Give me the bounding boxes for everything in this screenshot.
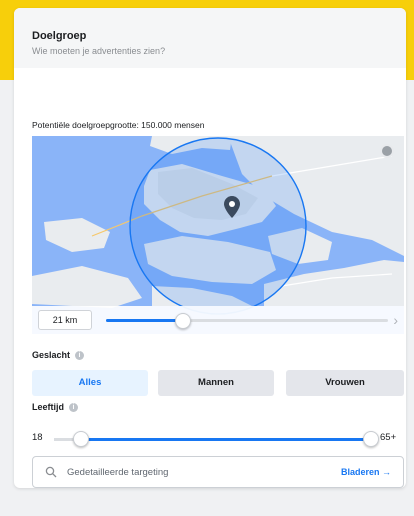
- radius-control: 21 km ›: [32, 306, 404, 334]
- gender-label-row: Geslacht i: [32, 350, 85, 360]
- targeting-placeholder: Gedetailleerde targeting: [67, 467, 169, 478]
- card-subtitle: Wie moeten je advertenties zien?: [32, 46, 166, 56]
- age-label-row: Leeftijd i: [32, 402, 79, 412]
- audience-card: Doelgroep Wie moeten je advertenties zie…: [14, 8, 406, 488]
- card-header: Doelgroep Wie moeten je advertenties zie…: [14, 8, 406, 68]
- browse-label: Bladeren: [340, 467, 380, 477]
- map-graphic: [32, 136, 404, 334]
- radius-slider-track[interactable]: [106, 313, 388, 329]
- info-icon[interactable]: i: [75, 351, 85, 360]
- radius-slider-thumb[interactable]: [175, 313, 192, 329]
- age-min-thumb[interactable]: [73, 431, 89, 447]
- age-min-value: 18: [32, 432, 43, 443]
- detailed-targeting-field[interactable]: Gedetailleerde targeting Bladeren →: [32, 456, 404, 488]
- age-label: Leeftijd: [32, 402, 65, 412]
- gender-option-men[interactable]: Mannen: [158, 370, 274, 396]
- age-max-thumb[interactable]: [363, 431, 379, 447]
- gender-option-women[interactable]: Vrouwen: [286, 370, 404, 396]
- arrow-right-icon: →: [382, 467, 391, 477]
- gender-label: Geslacht: [32, 350, 71, 360]
- location-pin-icon: [224, 196, 240, 218]
- browse-button[interactable]: Bladeren →: [341, 467, 391, 477]
- radius-value[interactable]: 21 km: [38, 310, 92, 330]
- chevron-right-icon[interactable]: ›: [393, 312, 398, 328]
- audience-size-text: Potentiële doelgroepgrootte: 150.000 men…: [32, 120, 205, 130]
- card-title: Doelgroep: [32, 30, 87, 42]
- radius-slider-fill: [106, 319, 183, 322]
- info-icon[interactable]: i: [69, 403, 79, 412]
- age-max-value: 65+: [380, 432, 397, 443]
- age-slider-fill: [80, 438, 370, 441]
- gender-option-all[interactable]: Alles: [32, 370, 148, 396]
- search-icon: [45, 466, 57, 478]
- map-zoom-icon[interactable]: [380, 144, 394, 158]
- location-map[interactable]: 21 km ›: [32, 136, 404, 334]
